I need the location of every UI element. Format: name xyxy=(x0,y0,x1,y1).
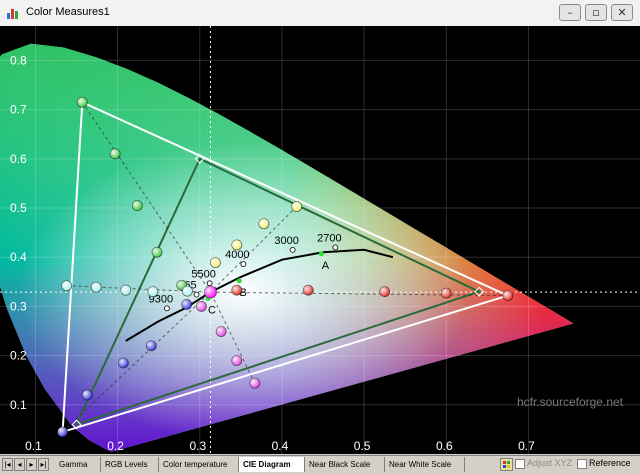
x-tick-label-2: 0.3 xyxy=(189,439,206,453)
illuminant-marker-1 xyxy=(236,278,242,284)
cyan-saturation-point-0-shade xyxy=(61,280,72,291)
temperature-marker-0 xyxy=(332,244,339,251)
x-tick-label-6: 0.7 xyxy=(518,439,535,453)
temperature-marker-2 xyxy=(240,261,247,268)
magenta-saturation-point-1-shade xyxy=(231,355,242,366)
x-tick-label-0: 0.1 xyxy=(25,439,42,453)
illuminant-label-0: A xyxy=(322,260,330,272)
temperature-label-1: 3000 xyxy=(274,235,298,247)
cyan-saturation-point-2-shade xyxy=(120,285,131,296)
y-tick-label-5: 0.3 xyxy=(10,299,27,313)
y-tick-label-2: 0.6 xyxy=(10,152,27,166)
y-tick-label-6: 0.2 xyxy=(10,349,27,363)
app-window: Color Measures1 – ▫ ✕ 0.1 0.2 0.3 0.4 0.… xyxy=(0,0,640,474)
blue-saturation-point-0-shade xyxy=(57,426,68,437)
magenta-saturation-point-3-shade xyxy=(196,301,207,312)
title-bar: Color Measures1 – ▫ ✕ xyxy=(0,0,640,27)
cie-diagram-plot[interactable]: 0.1 0.2 0.3 0.4 0.5 0.6 0.7 0.8 0.7 0.6 0.5 0.4 0.3 0… xyxy=(0,26,640,454)
reference-label: Reference xyxy=(589,458,631,468)
reference-checkbox[interactable] xyxy=(577,459,587,469)
measured-white-point-shade xyxy=(204,286,217,299)
tab-rgb-levels[interactable]: RGB Levels xyxy=(101,457,159,472)
adjust-xyz-label: Adjust XYZ xyxy=(527,458,573,468)
tab-gamma[interactable]: Gamma xyxy=(55,457,101,472)
y-tick-label-3: 0.5 xyxy=(10,201,27,215)
magenta-saturation-point-2-shade xyxy=(216,326,227,337)
blue-saturation-point-2-shade xyxy=(118,357,129,368)
minimize-button[interactable]: – xyxy=(559,4,581,21)
temperature-label-2: 4000 xyxy=(225,249,249,261)
tab-near-white-scale[interactable]: Near White Scale xyxy=(385,457,465,472)
temperature-marker-1 xyxy=(289,246,296,253)
y-tick-label-0: 0.8 xyxy=(10,53,27,67)
red-saturation-point-2-shade xyxy=(379,286,390,297)
x-tick-label-3: 0.4 xyxy=(272,439,289,453)
blue-saturation-point-4-shade xyxy=(181,299,192,310)
yellow-saturation-point-3-shade xyxy=(210,257,221,268)
green-saturation-point-0-shade xyxy=(77,97,88,108)
red-saturation-point-3-shade xyxy=(303,285,314,296)
chart-app-icon xyxy=(7,9,18,19)
maximize-button[interactable]: ▫ xyxy=(585,4,607,21)
cyan-saturation-point-1-shade xyxy=(91,282,102,293)
tab-cie-diagram[interactable]: CIE Diagram xyxy=(239,457,305,472)
x-tick-label-4: 0.5 xyxy=(354,439,371,453)
magenta-saturation-point-0-shade xyxy=(249,378,260,389)
green-saturation-point-3-shade xyxy=(152,247,163,258)
temperature-marker-5 xyxy=(164,305,170,312)
x-tick-label-5: 0.6 xyxy=(436,439,453,453)
red-saturation-point-1-shade xyxy=(441,288,452,299)
nav-first-button[interactable]: |◂ xyxy=(2,458,13,471)
red-saturation-point-0-shade xyxy=(502,290,513,301)
window-title: Color Measures1 xyxy=(26,6,110,18)
nav-next-button[interactable]: ▸ xyxy=(26,458,37,471)
adjust-xyz-checkbox[interactable] xyxy=(515,459,525,469)
yellow-saturation-point-0-shade xyxy=(291,201,302,212)
yellow-saturation-point-2-shade xyxy=(231,239,242,250)
y-tick-label-4: 0.4 xyxy=(10,250,27,264)
nav-last-button[interactable]: ▸| xyxy=(38,458,49,471)
palette-icon[interactable] xyxy=(500,458,513,471)
tab-near-black-scale[interactable]: Near Black Scale xyxy=(305,457,385,472)
temperature-marker-3 xyxy=(206,280,213,287)
green-saturation-point-2-shade xyxy=(132,200,143,211)
cyan-saturation-point-4-shade xyxy=(182,286,193,297)
tab-color-temperature[interactable]: Color temperature xyxy=(159,457,239,472)
watermark-text: hcfr.sourceforge.net xyxy=(517,395,624,409)
tab-bar: |◂ ◂ ▸ ▸| Gamma RGB Levels Color tempera… xyxy=(0,455,640,474)
blue-saturation-point-3-shade xyxy=(146,340,157,351)
red-saturation-point-4-shade xyxy=(231,285,242,296)
cie-chart-svg: 0.1 0.2 0.3 0.4 0.5 0.6 0.7 0.8 0.7 0.6 0.5 0.4 0.3 0… xyxy=(0,26,640,454)
y-tick-label-7: 0.1 xyxy=(10,398,27,412)
x-tick-label-1: 0.2 xyxy=(107,439,124,453)
close-button[interactable]: ✕ xyxy=(611,4,633,21)
green-saturation-point-1-shade xyxy=(110,148,121,159)
temperature-marker-4 xyxy=(193,291,200,298)
illuminant-marker-0 xyxy=(318,251,324,257)
y-tick-label-1: 0.7 xyxy=(10,103,27,117)
nav-prev-button[interactable]: ◂ xyxy=(14,458,25,471)
temperature-label-3: 5500 xyxy=(191,268,215,280)
illuminant-label-2: C xyxy=(208,305,216,317)
blue-saturation-point-1-shade xyxy=(82,389,93,400)
cyan-saturation-point-3-shade xyxy=(147,286,158,297)
yellow-saturation-point-1-shade xyxy=(258,218,269,229)
temperature-label-0: 2700 xyxy=(317,232,341,244)
